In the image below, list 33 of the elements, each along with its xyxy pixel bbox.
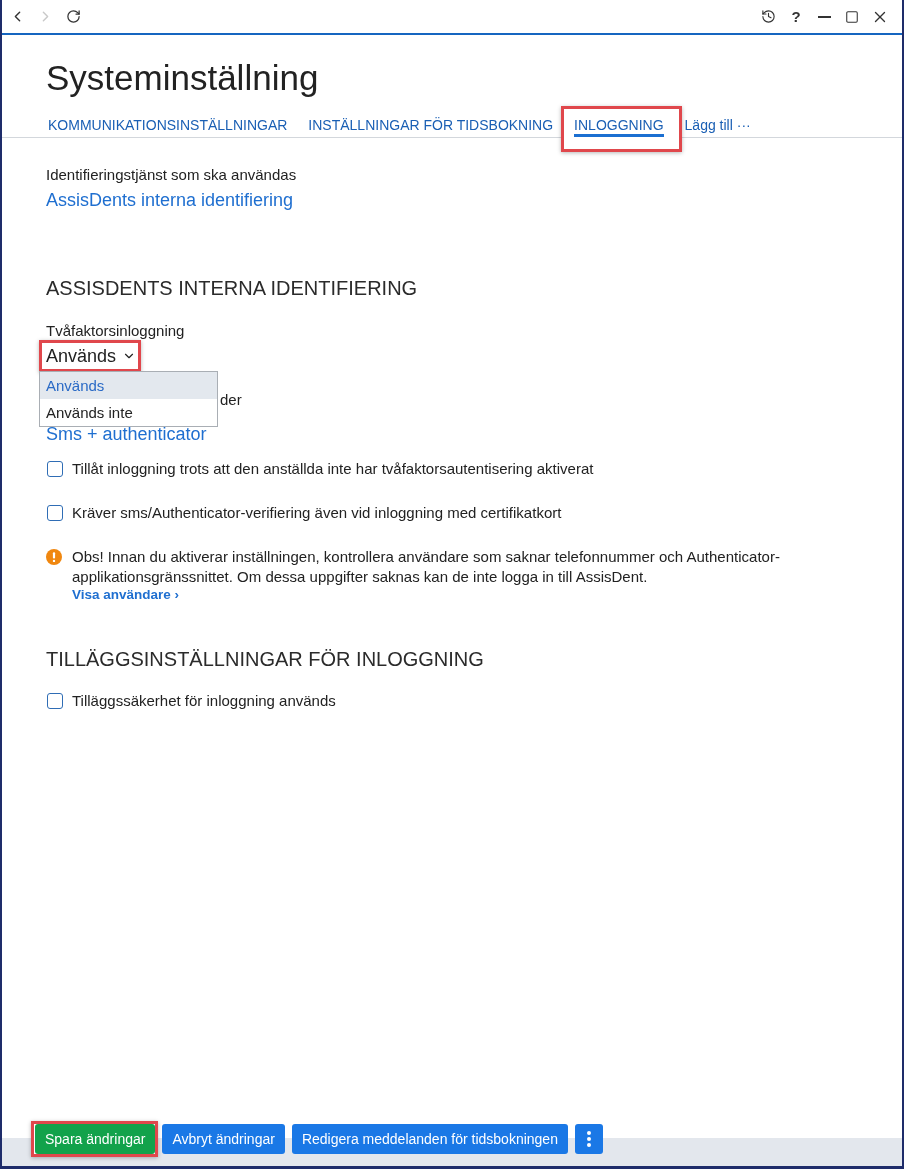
checkbox[interactable] xyxy=(47,461,63,477)
page-title: Systeminställning xyxy=(46,57,319,99)
section-heading: ASSISDENTS INTERNA IDENTIFIERING xyxy=(46,276,418,301)
checkbox[interactable] xyxy=(47,693,63,709)
footer-button[interactable]: Avbryt ändringar xyxy=(162,1124,285,1154)
more-button[interactable] xyxy=(574,1124,603,1154)
footer-button[interactable]: Spara ändringar xyxy=(35,1124,156,1154)
section-heading: TILLÄGGSINSTÄLLNINGAR FÖR INLOGGNING xyxy=(46,647,484,672)
footer-button[interactable]: Redigera meddelanden för tidsbokningen xyxy=(291,1124,568,1154)
view-users-link[interactable]: Visa användare › xyxy=(72,587,180,603)
history-icon xyxy=(760,9,776,24)
dropdown-option[interactable]: Används xyxy=(40,372,217,399)
checkbox-label: Kräver sms/Authenticator-verifiering även vid inloggning med certifikatkort xyxy=(72,504,562,522)
checkbox-label: Tilläggssäkerhet för inloggning används xyxy=(72,692,336,710)
minimize-icon xyxy=(817,15,831,18)
help-button[interactable]: ? xyxy=(786,6,806,27)
warning-icon xyxy=(46,549,62,565)
refresh-icon xyxy=(65,9,81,24)
add-tab-button[interactable]: Lägg till ··· xyxy=(684,111,751,137)
maximize-icon xyxy=(845,9,859,24)
tab[interactable]: INSTÄLLNINGAR FÖR TIDSBOKNING xyxy=(308,111,554,137)
identity-service-link[interactable]: AssisDents interna identifiering xyxy=(46,188,294,212)
checkbox[interactable] xyxy=(47,505,63,521)
field-label: der xyxy=(220,391,242,409)
field-label: Identifieringstjänst som ska användas xyxy=(46,166,297,184)
tab[interactable]: INLOGGNING xyxy=(574,111,664,137)
tab[interactable]: KOMMUNIKATIONSINSTÄLLNINGAR xyxy=(48,111,288,137)
kebab-icon xyxy=(586,1131,591,1147)
field-label: Tvåfaktorsinloggning xyxy=(46,322,185,340)
notice-text: Obs! Innan du aktiverar inställningen, kontrollera användare som saknar telefonnummer och Authenticator-applikationsgränssnittet. Om dessa uppgifter saknas kan de inte logga in till AssisDent. xyxy=(72,547,781,587)
select-dropdown[interactable]: Används xyxy=(42,343,139,369)
checkbox-label: Tillåt inloggning trots att den anställda inte har tvåfaktorsautentisering aktiverat xyxy=(72,460,594,478)
field-value-link[interactable]: Sms + authenticator xyxy=(46,424,207,444)
